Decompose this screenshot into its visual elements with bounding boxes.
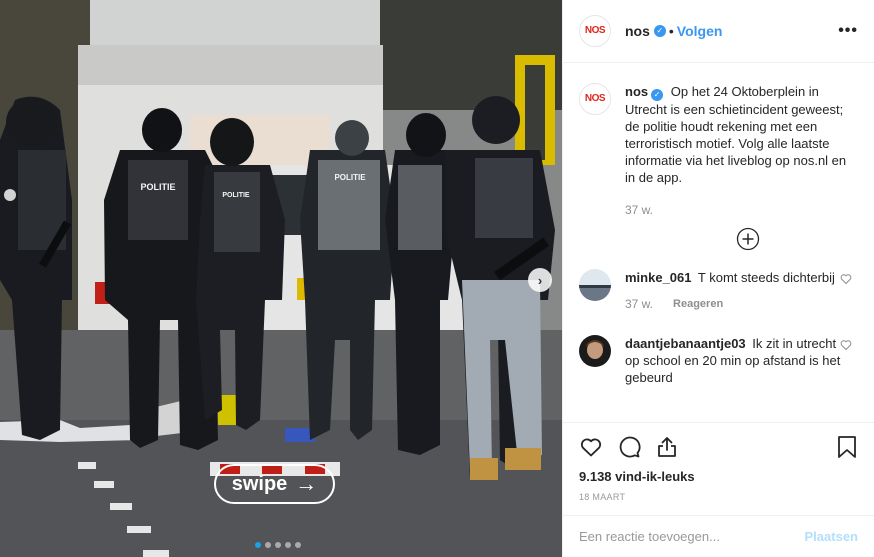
post-date[interactable]: 18 MAART <box>579 492 858 502</box>
nos-avatar[interactable]: NOS <box>579 15 611 47</box>
verified-badge-icon: ✓ <box>651 89 664 101</box>
comment-avatar[interactable] <box>579 269 611 301</box>
comment: daantjebanaantje03 Ik zit in utrecht op … <box>579 335 858 386</box>
caption: NOS nos ✓ Op het 24 Oktoberplein in Utrec… <box>579 83 858 219</box>
post-comment-button[interactable]: Plaatsen <box>805 529 858 544</box>
follow-button[interactable]: Volgen <box>677 23 723 39</box>
carousel-dot[interactable] <box>275 542 281 548</box>
more-options-icon[interactable]: ••• <box>838 22 858 40</box>
verified-badge-icon: ✓ <box>653 25 666 37</box>
swipe-hint: swipe → <box>214 464 335 504</box>
like-comment-heart-icon[interactable] <box>840 273 852 285</box>
like-heart-icon[interactable] <box>579 435 603 459</box>
caption-username[interactable]: nos <box>625 84 648 99</box>
comment-text: T komt steeds dichterbij <box>697 270 835 285</box>
avatar-image <box>579 269 611 301</box>
carousel-dot[interactable] <box>295 542 301 548</box>
swipe-label: swipe <box>231 472 288 495</box>
carousel-dot[interactable] <box>265 542 271 548</box>
comment-username[interactable]: minke_061 <box>625 270 692 285</box>
post-side-panel: NOS nos ✓ • Volgen ••• NOS nos ✓ Op het 2… <box>562 0 874 557</box>
header-separator: • <box>668 23 674 39</box>
comment-input[interactable] <box>579 529 805 544</box>
add-comment-bar: Plaatsen <box>563 515 874 557</box>
instagram-post: POLITIE POLITIE POLITIE <box>0 0 874 557</box>
carousel-dot[interactable] <box>255 542 261 548</box>
save-bookmark-icon[interactable] <box>836 435 858 459</box>
comment-avatar[interactable] <box>579 335 611 367</box>
comment-bubble-icon[interactable] <box>617 435 641 459</box>
comment-time: 37 w. <box>625 297 654 311</box>
nos-logo: NOS <box>584 93 606 104</box>
avatar-image <box>579 335 611 367</box>
action-icons <box>579 433 858 461</box>
plus-circle-icon <box>736 227 759 251</box>
carousel-dot[interactable] <box>285 542 291 548</box>
comments-section[interactable]: NOS nos ✓ Op het 24 Oktoberplein in Utrec… <box>563 63 874 422</box>
post-header: NOS nos ✓ • Volgen ••• <box>563 0 874 63</box>
nos-logo: NOS <box>584 25 606 36</box>
post-photo[interactable]: POLITIE POLITIE POLITIE <box>0 0 562 557</box>
load-more-comments-button[interactable] <box>637 227 858 251</box>
caption-avatar[interactable]: NOS <box>579 83 611 115</box>
reply-button[interactable]: Reageren <box>673 296 723 313</box>
post-actions: 9.138 vind-ik-leuks 18 MAART Plaatsen <box>563 422 874 557</box>
header-username[interactable]: nos <box>625 23 650 39</box>
arrow-right-icon: → <box>295 471 318 496</box>
like-count[interactable]: 9.138 vind-ik-leuks <box>579 469 858 484</box>
carousel-dots <box>255 542 301 548</box>
caption-time: 37 w. <box>625 203 654 217</box>
like-comment-heart-icon[interactable] <box>840 339 852 351</box>
share-icon[interactable] <box>655 435 679 459</box>
comment-username[interactable]: daantjebanaantje03 <box>625 336 746 351</box>
comment: minke_061 T komt steeds dichterbij 37 w.… <box>579 269 858 313</box>
carousel-next-button[interactable]: › <box>528 268 552 292</box>
chevron-right-icon: › <box>537 272 543 288</box>
